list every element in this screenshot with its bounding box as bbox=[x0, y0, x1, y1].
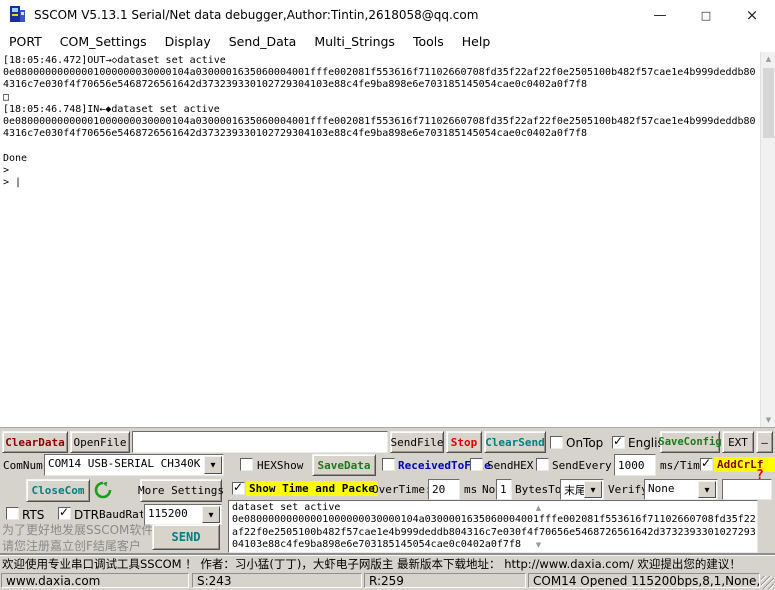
save-data-button[interactable]: SaveData bbox=[312, 454, 376, 476]
com-port-select[interactable]: COM14 USB-SERIAL CH340K ▼ bbox=[44, 454, 224, 476]
send-button[interactable]: SEND bbox=[152, 524, 220, 550]
ms-tim-label: ms/Tim bbox=[660, 459, 700, 472]
close-icon[interactable]: × bbox=[729, 0, 775, 30]
check-icon: ✓ bbox=[701, 456, 711, 470]
send-interval-input[interactable]: 1000 bbox=[614, 454, 656, 476]
chevron-down-icon[interactable]: ▼ bbox=[204, 456, 222, 474]
rts-checkbox[interactable]: ✓ bbox=[6, 507, 19, 520]
dtr-checkbox[interactable]: ✓ bbox=[58, 507, 71, 520]
send-data-textarea[interactable]: dataset set active 0e0800000000000100000… bbox=[228, 500, 758, 553]
english-checkbox[interactable]: ✓ bbox=[612, 436, 625, 449]
scrollbar-thumb[interactable] bbox=[763, 68, 774, 138]
show-time-label: Show Time and Packe bbox=[246, 481, 378, 496]
status-bar: www.daxia.com S:243 R:259 COM14 Opened 1… bbox=[0, 571, 775, 590]
menu-help[interactable]: Help bbox=[453, 34, 500, 49]
info-bar: 欢迎使用专业串口调试工具SSCOM ！ 作者：习小猛(丁丁)，大虾电子网版主 最… bbox=[0, 555, 775, 571]
add-crlf-checkbox[interactable]: ✓ bbox=[700, 458, 713, 471]
hex-show-checkbox[interactable]: ✓ bbox=[240, 458, 253, 471]
open-file-button[interactable]: OpenFile bbox=[70, 431, 130, 453]
send-file-button[interactable]: SendFile bbox=[390, 431, 444, 453]
clear-data-button[interactable]: ClearData bbox=[2, 431, 68, 453]
close-com-button[interactable]: CloseCom bbox=[26, 479, 90, 502]
save-config-button[interactable]: SaveConfig bbox=[660, 431, 720, 453]
baud-rate-value: 115200 bbox=[148, 507, 188, 520]
dtr-label: DTR bbox=[74, 508, 99, 522]
menu-port[interactable]: PORT bbox=[0, 34, 51, 49]
sscom-window: SSCOM V5.13.1 Serial/Net data debugger,A… bbox=[0, 0, 775, 590]
bytes-count-input[interactable]: 1 bbox=[496, 479, 512, 500]
status-sent-count: S:243 bbox=[192, 573, 362, 588]
maximize-icon[interactable]: □ bbox=[683, 0, 729, 30]
status-received-count: R:259 bbox=[364, 573, 526, 588]
terminal-scrollbar[interactable]: ▲ ▼ bbox=[760, 52, 775, 427]
chevron-down-icon[interactable]: ▼ bbox=[584, 481, 602, 498]
stop-button[interactable]: Stop bbox=[446, 431, 482, 453]
resize-grip[interactable] bbox=[761, 576, 774, 589]
info-bar-text: 欢迎使用专业串口调试工具SSCOM ！ 作者：习小猛(丁丁)，大虾电子网版主 最… bbox=[2, 556, 741, 572]
bytes-to-value: 末尾 bbox=[564, 482, 586, 498]
bytes-to-label: BytesTo bbox=[515, 483, 561, 496]
baud-rate-select[interactable]: 115200 ▼ bbox=[144, 504, 222, 525]
baud-rate-label: BaudRat bbox=[99, 508, 143, 521]
file-path-input[interactable] bbox=[132, 431, 388, 453]
show-time-checkbox[interactable]: ✓ bbox=[232, 482, 245, 495]
verify-value: None bbox=[648, 482, 675, 495]
on-top-checkbox[interactable]: ✓ bbox=[550, 436, 563, 449]
refresh-ports-icon[interactable] bbox=[94, 481, 112, 499]
overtime-input[interactable]: 20 bbox=[428, 479, 460, 500]
overtime-label: OverTime: bbox=[372, 483, 432, 496]
received-to-file-checkbox[interactable]: ✓ bbox=[382, 458, 395, 471]
scroll-up-icon[interactable]: ▲ bbox=[761, 55, 775, 63]
no-label: No bbox=[482, 483, 495, 496]
check-icon: ✓ bbox=[613, 434, 623, 448]
chevron-down-icon[interactable]: ▼ bbox=[202, 506, 220, 523]
verify-extra-input[interactable] bbox=[722, 479, 772, 500]
send-hex-label: SendHEX bbox=[487, 459, 533, 472]
send-every-label: SendEvery: bbox=[552, 459, 618, 472]
add-crlf-label: AddCrLf bbox=[714, 457, 775, 472]
send-every-checkbox[interactable]: ✓ bbox=[536, 458, 549, 471]
scroll-down-icon[interactable]: ▼ bbox=[532, 541, 545, 549]
menu-display[interactable]: Display bbox=[156, 34, 220, 49]
scroll-down-icon[interactable]: ▼ bbox=[761, 416, 775, 424]
collapse-button[interactable]: — bbox=[756, 431, 773, 453]
rts-label: RTS bbox=[22, 508, 44, 522]
promo-line-1: 为了更好地发展SSCOM软件 bbox=[2, 521, 153, 538]
check-icon: ✓ bbox=[233, 480, 243, 494]
status-com-state: COM14 Opened 115200bps,8,1,None,None bbox=[528, 573, 760, 588]
com-num-label: ComNum bbox=[3, 459, 43, 472]
more-settings-button[interactable]: More Settings bbox=[140, 479, 222, 502]
ms-label: ms bbox=[464, 483, 477, 496]
menu-multi-strings[interactable]: Multi_Strings bbox=[305, 34, 404, 49]
chevron-down-icon[interactable]: ▼ bbox=[698, 481, 716, 498]
check-icon: ✓ bbox=[59, 505, 69, 519]
verify-select[interactable]: None ▼ bbox=[644, 479, 718, 500]
terminal-text: [18:05:46.472]OUT→◇dataset set active 0e… bbox=[0, 52, 760, 189]
bytes-to-select[interactable]: 末尾 ▼ bbox=[560, 479, 604, 500]
minimize-icon[interactable]: — bbox=[637, 0, 683, 30]
hex-show-label: HEXShow bbox=[257, 459, 303, 472]
menu-tools[interactable]: Tools bbox=[404, 34, 453, 49]
terminal-output[interactable]: [18:05:46.472]OUT→◇dataset set active 0e… bbox=[0, 52, 760, 427]
status-website: www.daxia.com bbox=[1, 573, 189, 588]
ext-button[interactable]: EXT bbox=[722, 431, 754, 453]
menu-bar: PORT COM_Settings Display Send_Data Mult… bbox=[0, 30, 775, 53]
menu-send-data[interactable]: Send_Data bbox=[220, 34, 306, 49]
com-port-value: COM14 USB-SERIAL CH340K bbox=[48, 457, 200, 470]
send-data-text: dataset set active 0e0800000000000100000… bbox=[229, 501, 757, 552]
promo-line-2: 请您注册嘉立创F结尾客户 bbox=[2, 537, 141, 554]
verify-label: Verify bbox=[608, 483, 648, 496]
app-icon bbox=[9, 6, 26, 24]
clear-send-button[interactable]: ClearSend bbox=[484, 431, 546, 453]
on-top-label: OnTop bbox=[566, 436, 603, 450]
title-bar: SSCOM V5.13.1 Serial/Net data debugger,A… bbox=[0, 0, 775, 31]
send-hex-checkbox[interactable]: ✓ bbox=[470, 458, 483, 471]
scroll-up-icon[interactable]: ▲ bbox=[532, 504, 545, 512]
window-title: SSCOM V5.13.1 Serial/Net data debugger,A… bbox=[34, 8, 478, 22]
send-area-scrollbar[interactable]: ▲ ▼ bbox=[532, 502, 545, 551]
menu-com-settings[interactable]: COM_Settings bbox=[51, 34, 156, 49]
help-icon[interactable]: ? bbox=[756, 468, 764, 483]
